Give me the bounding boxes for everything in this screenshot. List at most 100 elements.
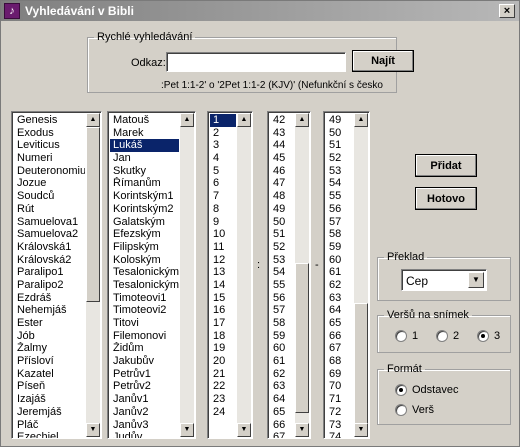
- radio-circle[interactable]: [395, 404, 407, 416]
- list-item[interactable]: Numeri: [14, 152, 85, 165]
- list-item[interactable]: 52: [326, 152, 353, 165]
- list-item[interactable]: 60: [270, 342, 294, 355]
- radio-verses-per-slide-1[interactable]: 1: [395, 330, 418, 342]
- list-item[interactable]: 73: [326, 419, 353, 432]
- list-item[interactable]: Jeremjáš: [14, 406, 85, 419]
- list-item[interactable]: Filipským: [110, 241, 179, 254]
- list-item[interactable]: 42: [270, 114, 294, 127]
- list-item[interactable]: 49: [326, 114, 353, 127]
- list-item[interactable]: 24: [210, 406, 236, 419]
- list-item[interactable]: 66: [326, 330, 353, 343]
- list-item[interactable]: 56: [270, 292, 294, 305]
- radio-circle[interactable]: [395, 384, 407, 396]
- list-item[interactable]: 14: [210, 279, 236, 292]
- list-item[interactable]: Jan: [110, 152, 179, 165]
- list-item[interactable]: 21: [210, 368, 236, 381]
- radio-format-2[interactable]: Verš: [395, 404, 434, 416]
- list-item[interactable]: 58: [270, 317, 294, 330]
- translation-select[interactable]: Cep ▼: [401, 269, 487, 291]
- list-item[interactable]: 6: [210, 177, 236, 190]
- list-item[interactable]: 44: [270, 139, 294, 152]
- list-item[interactable]: Pláč: [14, 419, 85, 432]
- scroll-down-icon[interactable]: ▼: [354, 423, 368, 437]
- radio-circle[interactable]: [477, 330, 489, 342]
- list-item[interactable]: 62: [270, 368, 294, 381]
- list-item[interactable]: Samuelova1: [14, 216, 85, 229]
- list-item[interactable]: 59: [326, 241, 353, 254]
- list-item[interactable]: 15: [210, 292, 236, 305]
- list-item[interactable]: Tesalonickým1: [110, 266, 179, 279]
- scroll-up-icon[interactable]: ▲: [237, 113, 251, 127]
- list-item[interactable]: 67: [326, 342, 353, 355]
- list-item[interactable]: 64: [270, 393, 294, 406]
- list-item[interactable]: Genesis: [14, 114, 85, 127]
- list-item[interactable]: 56: [326, 203, 353, 216]
- list-item[interactable]: 68: [326, 355, 353, 368]
- list-item[interactable]: Titovi: [110, 317, 179, 330]
- list-item[interactable]: 54: [326, 177, 353, 190]
- list-item[interactable]: Královská1: [14, 241, 85, 254]
- list-item[interactable]: Paralipo1: [14, 266, 85, 279]
- list-item[interactable]: 5: [210, 165, 236, 178]
- list-item[interactable]: Judův: [110, 431, 179, 438]
- chapters-list[interactable]: 1 2 3 4 5 6 7 8 9 10 11 12 13 14 15 16 17 18 19 20 21 22 23 24 …: [207, 111, 253, 439]
- done-button[interactable]: Hotovo: [415, 187, 477, 210]
- list-item[interactable]: Petrův2: [110, 380, 179, 393]
- books-nt-scrollbar[interactable]: ▲ ▼: [180, 113, 194, 437]
- chevron-down-icon[interactable]: ▼: [468, 272, 484, 288]
- list-item[interactable]: 13: [210, 266, 236, 279]
- list-item[interactable]: 16: [210, 304, 236, 317]
- verse-from-scrollbar[interactable]: ▲ ▼: [295, 113, 309, 437]
- list-item[interactable]: 9: [210, 216, 236, 229]
- list-item[interactable]: 53: [270, 254, 294, 267]
- scroll-down-icon[interactable]: ▼: [86, 423, 100, 437]
- list-item[interactable]: Leviticus: [14, 139, 85, 152]
- list-item[interactable]: Petrův1: [110, 368, 179, 381]
- list-item[interactable]: Koloským: [110, 254, 179, 267]
- list-item[interactable]: 65: [270, 406, 294, 419]
- list-item[interactable]: 71: [326, 393, 353, 406]
- list-item[interactable]: 46: [270, 165, 294, 178]
- list-item[interactable]: 61: [270, 355, 294, 368]
- list-item[interactable]: 55: [326, 190, 353, 203]
- list-item[interactable]: Ezechiel: [14, 431, 85, 438]
- list-item[interactable]: 62: [326, 279, 353, 292]
- list-item[interactable]: Soudců: [14, 190, 85, 203]
- list-item[interactable]: Timoteovi2: [110, 304, 179, 317]
- list-item[interactable]: 43: [270, 127, 294, 140]
- list-item[interactable]: 59: [270, 330, 294, 343]
- list-item[interactable]: 66: [270, 419, 294, 432]
- list-item[interactable]: 12: [210, 254, 236, 267]
- list-item[interactable]: 61: [326, 266, 353, 279]
- list-item[interactable]: 3: [210, 139, 236, 152]
- list-item[interactable]: 72: [326, 406, 353, 419]
- list-item[interactable]: Římanům: [110, 177, 179, 190]
- list-item[interactable]: Píseň: [14, 380, 85, 393]
- scroll-up-icon[interactable]: ▲: [86, 113, 100, 127]
- close-button[interactable]: ×: [499, 4, 515, 18]
- list-item[interactable]: 74: [326, 431, 353, 438]
- list-item[interactable]: Jób: [14, 330, 85, 343]
- list-item[interactable]: 22: [210, 380, 236, 393]
- list-item[interactable]: 4: [210, 152, 236, 165]
- list-item[interactable]: 17: [210, 317, 236, 330]
- list-item[interactable]: 57: [270, 304, 294, 317]
- list-item[interactable]: Lukáš: [110, 139, 179, 153]
- list-item[interactable]: 53: [326, 165, 353, 178]
- scroll-thumb[interactable]: [354, 303, 368, 428]
- list-item[interactable]: 55: [270, 279, 294, 292]
- list-item[interactable]: 50: [270, 216, 294, 229]
- list-item[interactable]: 18: [210, 330, 236, 343]
- radio-circle[interactable]: [436, 330, 448, 342]
- list-item[interactable]: Izajáš: [14, 393, 85, 406]
- list-item[interactable]: Ezdráš: [14, 292, 85, 305]
- list-item[interactable]: 67: [270, 431, 294, 438]
- list-item[interactable]: Janův1: [110, 393, 179, 406]
- list-item[interactable]: Skutky: [110, 165, 179, 178]
- list-item[interactable]: 23: [210, 393, 236, 406]
- find-button[interactable]: Najít: [352, 50, 414, 72]
- scroll-down-icon[interactable]: ▼: [295, 423, 309, 437]
- list-item[interactable]: 11: [210, 241, 236, 254]
- list-item[interactable]: 51: [326, 139, 353, 152]
- list-item[interactable]: Korintským1: [110, 190, 179, 203]
